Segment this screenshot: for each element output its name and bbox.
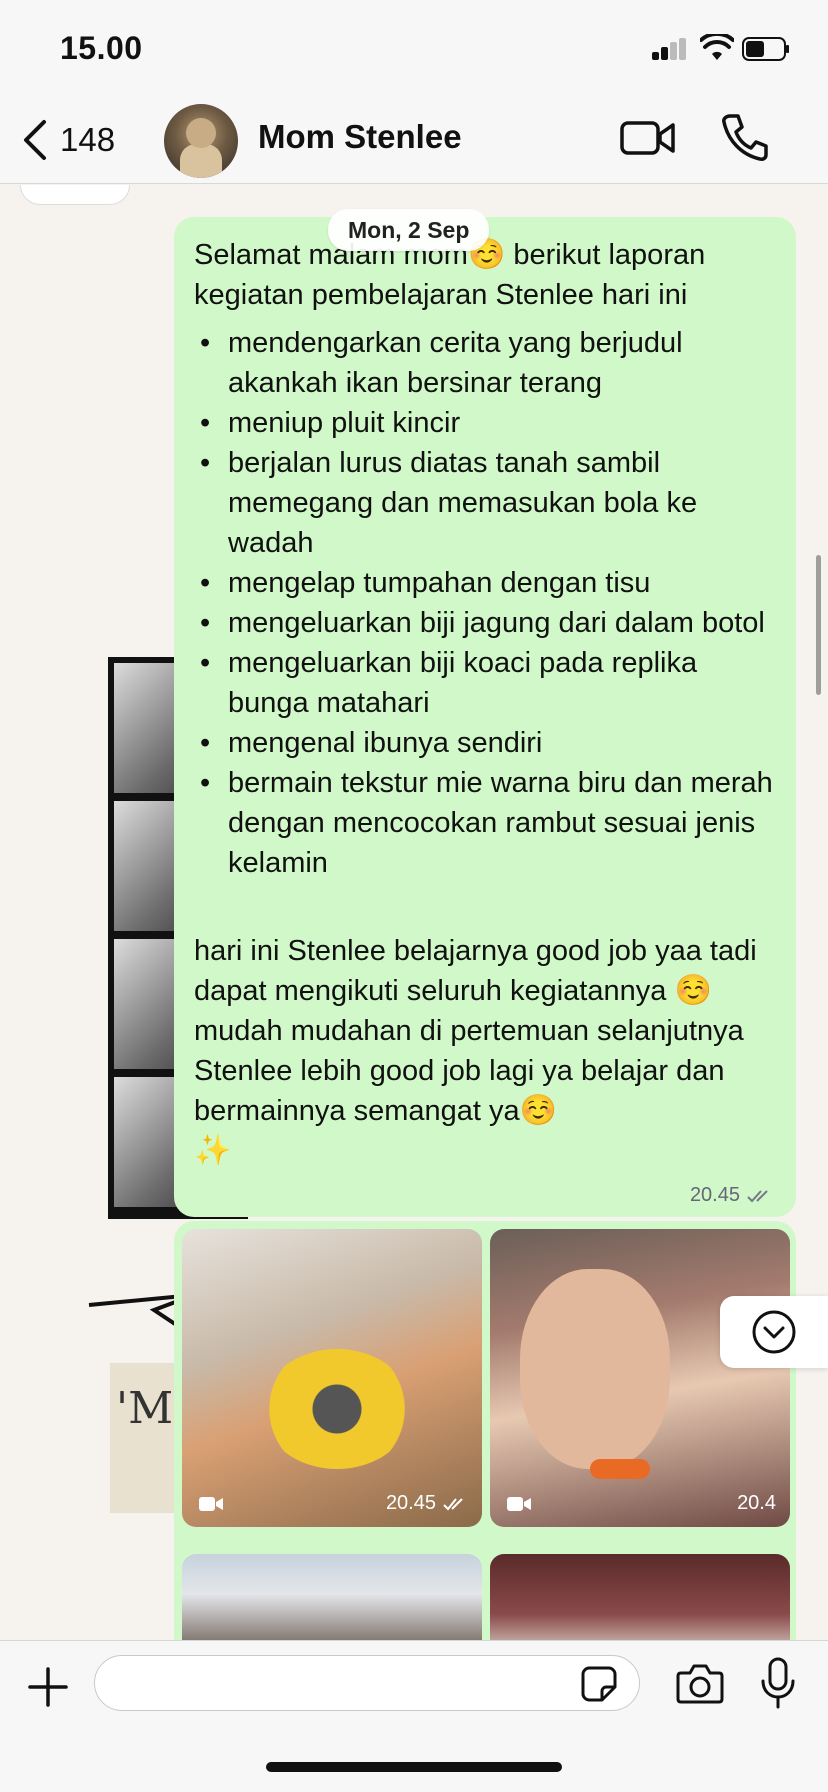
activity-list-item: mengeluarkan biji koaci pada replika bun…: [194, 643, 776, 723]
date-chip: Mon, 2 Sep: [328, 209, 490, 251]
image-thumbnail[interactable]: [490, 1554, 790, 1640]
chevron-down-icon: [752, 1310, 796, 1354]
image-thumbnail[interactable]: [182, 1554, 482, 1640]
contact-name[interactable]: Mom Stenlee: [258, 118, 462, 156]
unread-count: 148: [60, 121, 116, 158]
message-input[interactable]: [94, 1655, 640, 1711]
activity-list-item: berjalan lurus diatas tanah sambil memeg…: [194, 443, 776, 563]
microphone-icon[interactable]: [760, 1657, 796, 1709]
video-icon: [199, 1496, 223, 1511]
message-bubble[interactable]: Selamat malam mom☺️ berikut laporan kegi…: [174, 217, 796, 1217]
video-thumbnail[interactable]: 20.4: [490, 1229, 790, 1527]
back-button[interactable]: 148: [20, 114, 115, 166]
video-call-icon[interactable]: [620, 116, 676, 160]
plus-icon[interactable]: [26, 1665, 70, 1709]
status-time: 15.00: [60, 30, 143, 66]
sticker-icon[interactable]: [580, 1665, 618, 1703]
scroll-to-bottom-button[interactable]: [720, 1296, 828, 1368]
previous-bubble-tail: [20, 185, 130, 205]
activity-list-item: meniup pluit kincir: [194, 403, 776, 443]
activity-list-item: mengelap tumpahan dengan tisu: [194, 563, 776, 603]
camera-icon[interactable]: [676, 1661, 724, 1705]
scrollbar[interactable]: [816, 555, 821, 695]
home-indicator: [266, 1762, 562, 1772]
activity-list-item: mengenal ibunya sendiri: [194, 723, 776, 763]
activity-list-item: bermain tekstur mie warna biru dan merah…: [194, 763, 776, 883]
contact-avatar[interactable]: [164, 104, 238, 178]
back-chevron-icon: [24, 120, 46, 160]
activity-list-item: mendengarkan cerita yang berjudul akanka…: [194, 323, 776, 403]
media-grid: 20.45 20.4: [174, 1221, 796, 1640]
message-timestamp: 20.45: [690, 1184, 774, 1207]
chat-area[interactable]: 'Mi Mon, 2 Sep Selamat malam mom☺️ berik…: [0, 185, 828, 1640]
activity-list: mendengarkan cerita yang berjudul akanka…: [194, 323, 776, 883]
video-timestamp: 20.4: [737, 1492, 776, 1514]
signal-icon: [652, 38, 688, 60]
message-intro: Selamat malam mom☺️ berikut laporan kegi…: [194, 238, 706, 311]
message-outro: hari ini Stenlee belajarnya good job yaa…: [194, 935, 757, 1167]
activity-list-item: mengeluarkan biji jagung dari dalam boto…: [194, 603, 776, 643]
read-ticks-icon: [747, 1189, 768, 1202]
video-thumbnail[interactable]: 20.45: [182, 1229, 482, 1527]
screen: 15.00 148 Mom Stenlee 'Mi Mon, 2 Sep Sel…: [0, 0, 828, 1792]
video-timestamp: 20.45: [385, 1492, 436, 1514]
battery-icon: [742, 37, 789, 61]
status-bar: 15.00: [0, 0, 828, 96]
video-icon: [507, 1496, 531, 1511]
wifi-icon: [700, 34, 734, 60]
read-ticks-icon: [443, 1497, 463, 1510]
phone-icon[interactable]: [720, 112, 768, 162]
chat-header: 148 Mom Stenlee: [0, 96, 828, 184]
